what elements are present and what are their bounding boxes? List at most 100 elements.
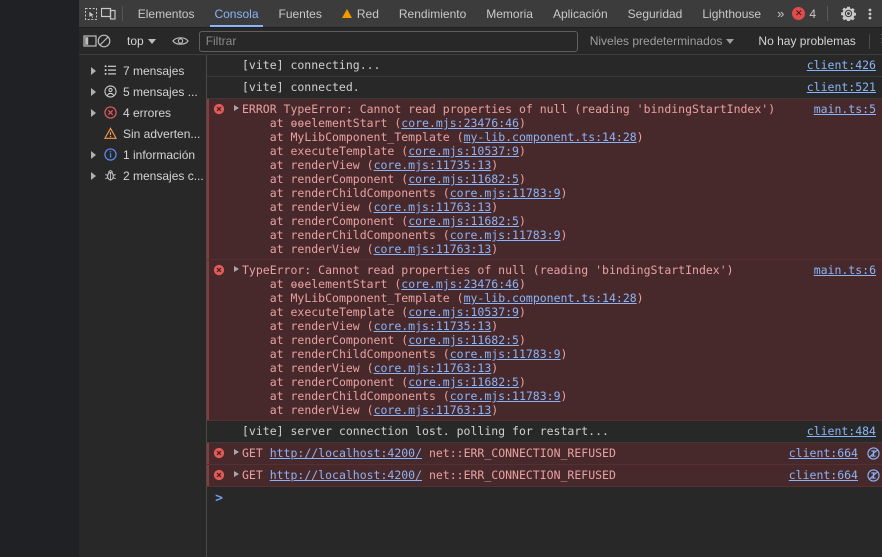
warning-triangle-icon (103, 127, 118, 140)
expand-arrow-icon[interactable] (231, 102, 242, 111)
tab-fuentes[interactable]: Fuentes (269, 0, 332, 27)
execution-context-label: top (127, 34, 144, 48)
prompt-chevron-icon: > (215, 491, 223, 506)
tab-rendimiento[interactable]: Rendimiento (389, 0, 476, 27)
network-request-icon[interactable] (864, 468, 882, 482)
kebab-menu-icon[interactable] (862, 7, 878, 21)
sidebar-item-info[interactable]: 1 información (79, 144, 206, 165)
clear-console-icon[interactable] (97, 30, 111, 52)
tab-memoria[interactable]: Memoria (476, 0, 543, 27)
error-count-label: 4 (809, 6, 816, 21)
expand-arrow-icon[interactable] (231, 263, 242, 272)
row-spacer (231, 80, 242, 83)
warning-triangle-icon (341, 9, 352, 18)
user-message-icon (103, 85, 118, 98)
network-request-icon[interactable] (864, 446, 882, 460)
tab-label: Red (356, 6, 379, 21)
chevron-down-icon (726, 38, 735, 44)
sidebar-panel-icon[interactable] (83, 30, 97, 52)
sidebar-item-label: 1 información (123, 147, 196, 162)
sidebar-item-all-messages[interactable]: 7 mensajes (79, 60, 206, 81)
console-error-text: GET http://localhost:4200/ net::ERR_CONN… (242, 446, 616, 460)
chevron-right-icon[interactable] (89, 171, 98, 180)
row-spacer (231, 424, 242, 427)
console-log-text: [vite] connected. (242, 80, 360, 94)
error-circle-icon (207, 446, 231, 459)
error-circle-icon (207, 468, 231, 481)
sidebar-item-label: 5 mensajes ... (123, 84, 198, 99)
tab-label: Seguridad (627, 6, 683, 21)
console-error-row[interactable]: GET http://localhost:4200/ net::ERR_CONN… (207, 443, 882, 465)
list-icon (103, 64, 118, 77)
sidebar-item-warnings[interactable]: Sin adverten... (79, 123, 206, 144)
console-log-row[interactable]: [vite] connected. client:521 (207, 77, 882, 99)
console-error-row[interactable]: ERROR TypeError: Cannot read properties … (207, 99, 882, 260)
console-message-list[interactable]: [vite] connecting... client:426 [vite] con… (207, 55, 882, 557)
tab-aplicacion[interactable]: Aplicación (543, 0, 618, 27)
sidebar-item-label: Sin adverten... (123, 126, 201, 141)
tab-label: Memoria (486, 6, 533, 21)
tab-label: Fuentes (278, 6, 322, 21)
console-error-text: ERROR TypeError: Cannot read properties … (242, 102, 776, 256)
console-toolbar-right (864, 32, 882, 50)
tab-lighthouse[interactable]: Lighthouse (692, 0, 771, 27)
sidebar-item-label: 7 mensajes (123, 63, 185, 78)
filter-input[interactable] (198, 30, 578, 52)
sidebar-item-label: 4 errores (123, 105, 172, 120)
expand-arrow-icon[interactable] (231, 446, 242, 455)
console-prompt-row[interactable]: > (207, 487, 882, 509)
tab-label: Aplicación (552, 6, 608, 21)
row-gutter (207, 58, 231, 59)
source-location-link[interactable]: client:484 (807, 424, 882, 438)
error-circle-icon: ✕ (792, 7, 806, 20)
console-error-row[interactable]: TypeError: Cannot read properties of nul… (207, 260, 882, 421)
log-levels-selector[interactable]: Niveles predeterminados (584, 34, 741, 48)
tab-label: Consola (214, 6, 259, 21)
console-error-text: GET http://localhost:4200/ net::ERR_CONN… (242, 468, 616, 482)
source-location-link[interactable]: client:664 (789, 446, 864, 460)
tab-label: Lighthouse (702, 6, 762, 21)
device-toolbar-icon[interactable] (100, 0, 118, 27)
source-location-link[interactable]: client:426 (807, 58, 882, 72)
tab-red[interactable]: Red (332, 0, 389, 27)
devtools-panel: Elementos Consola Fuentes Red Rendimient… (79, 0, 882, 557)
live-expression-icon[interactable] (171, 30, 189, 52)
chevron-right-icon[interactable] (89, 108, 98, 117)
console-error-text: TypeError: Cannot read properties of nul… (242, 263, 734, 417)
source-location-link[interactable]: main.ts:6 (814, 263, 882, 277)
issues-status[interactable]: No hay problemas (750, 34, 863, 48)
log-levels-label: Niveles predeterminados (589, 34, 723, 48)
sidebar-item-label: 2 mensajes c... (123, 168, 204, 183)
chevron-right-icon[interactable] (89, 87, 98, 96)
tab-consola[interactable]: Consola (204, 0, 268, 27)
tabbar-divider (122, 6, 123, 21)
tabbar-divider-2 (827, 6, 828, 21)
error-count-badge[interactable]: ✕ 4 (788, 7, 820, 21)
sidebar-item-user-messages[interactable]: 5 mensajes ... (79, 81, 206, 102)
tab-seguridad[interactable]: Seguridad (618, 0, 693, 27)
tab-elementos[interactable]: Elementos (128, 0, 205, 27)
inspect-element-icon[interactable] (82, 0, 100, 27)
more-tabs-icon[interactable]: » (771, 6, 788, 21)
console-log-row[interactable]: [vite] server connection lost. polling f… (207, 421, 882, 443)
source-location-link[interactable]: client:521 (807, 80, 882, 94)
execution-context-selector[interactable]: top (121, 32, 162, 50)
source-location-link[interactable]: client:664 (789, 468, 864, 482)
console-log-row[interactable]: [vite] connecting... client:426 (207, 55, 882, 77)
expand-arrow-icon[interactable] (231, 468, 242, 477)
source-location-link[interactable]: main.ts:5 (814, 102, 882, 116)
console-body: 7 mensajes 5 mensajes ... 4 errores Sin … (79, 55, 882, 557)
gear-icon[interactable] (835, 6, 862, 21)
bug-icon (103, 169, 118, 182)
console-settings-icon[interactable] (875, 32, 882, 50)
chevron-right-icon[interactable] (89, 66, 98, 75)
console-error-row[interactable]: GET http://localhost:4200/ net::ERR_CONN… (207, 465, 882, 487)
row-gutter (207, 80, 231, 81)
sidebar-item-verbose[interactable]: 2 mensajes c... (79, 165, 206, 186)
chevron-right-icon[interactable] (89, 150, 98, 159)
console-toolbar: top Niveles predeterminados No hay probl… (79, 28, 882, 55)
console-log-text: [vite] server connection lost. polling f… (242, 424, 609, 438)
error-circle-icon (207, 263, 231, 276)
sidebar-item-errors[interactable]: 4 errores (79, 102, 206, 123)
console-sidebar: 7 mensajes 5 mensajes ... 4 errores Sin … (79, 55, 207, 557)
